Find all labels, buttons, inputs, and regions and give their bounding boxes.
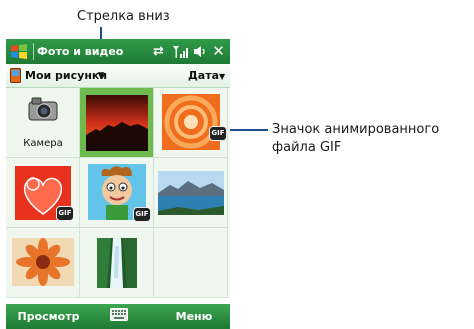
sort-selector[interactable]: Дата [188,69,219,82]
grid-item-sunset[interactable] [80,88,154,158]
menu-softkey[interactable]: Меню [161,310,227,323]
animated-gif-icon: GIF [133,207,151,222]
grid-item-empty [154,228,228,298]
sort-chevron-down-icon[interactable]: ▼ [219,72,225,81]
chevron-down-icon[interactable]: ▼ [95,70,107,82]
title-separator [33,43,34,60]
thumbnail-grid: Камера GIF GIF GIF [6,88,230,298]
folder-toolbar: Мои рисунки ▼ Дата ▼ [6,64,230,88]
device-screen: Фото и видео ⇄ ✕ Мои рисунки ▼ Дата ▼ Ка… [6,39,230,329]
grid-item-cartoon-person[interactable]: GIF [80,158,154,228]
grid-item-mountain-lake[interactable] [154,158,228,228]
sunset-thumbnail [86,95,148,151]
waterfall-thumbnail [97,238,137,288]
orange-circles-thumbnail [162,94,220,150]
camera-icon [28,97,58,121]
speaker-icon[interactable] [192,43,208,60]
grid-item-camera[interactable]: Камера [6,88,80,158]
callout-dropdown-arrow: Стрелка вниз [77,9,170,24]
grid-item-orange-circles[interactable]: GIF [154,88,228,158]
flower-thumbnail [12,238,74,286]
signal-icon[interactable] [171,43,191,60]
sync-icon[interactable]: ⇄ [153,44,169,59]
callout-gif-line1: Значок анимированного [272,122,440,137]
view-softkey[interactable]: Просмотр [6,310,91,323]
mountain-lake-thumbnail [158,171,224,215]
camera-label: Камера [23,138,63,149]
callout-line-gif [224,129,268,131]
softkey-bar: Просмотр Меню [6,304,230,329]
keyboard-icon[interactable] [110,308,128,321]
animated-gif-icon: GIF [209,126,227,141]
close-icon[interactable]: ✕ [210,43,227,60]
grid-item-flower[interactable] [6,228,80,298]
folder-icon [10,68,21,83]
grid-item-red-heart[interactable]: GIF [6,158,80,228]
titlebar: Фото и видео ⇄ ✕ [6,39,230,64]
animated-gif-icon: GIF [56,206,74,221]
window-title: Фото и видео [37,45,124,58]
callout-gif-line2: файла GIF [272,140,342,155]
grid-item-waterfall[interactable] [80,228,154,298]
windows-start-icon[interactable] [9,42,29,62]
